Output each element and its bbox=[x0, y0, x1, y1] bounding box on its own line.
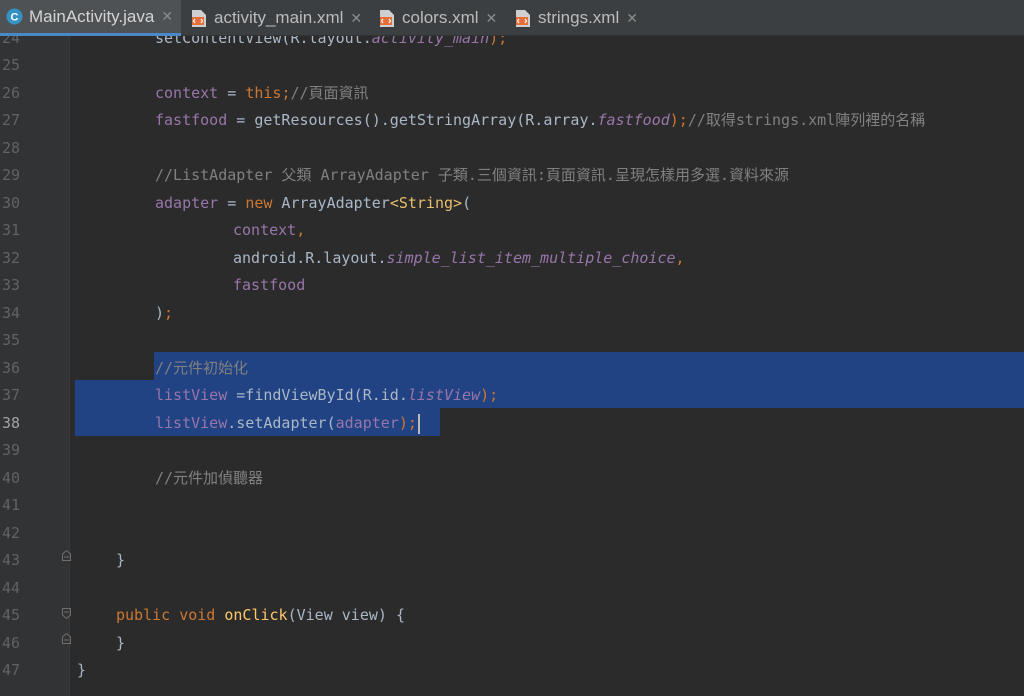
java-class-icon: C bbox=[6, 8, 23, 25]
fold-end-icon[interactable] bbox=[62, 550, 71, 561]
code-line: 43 } bbox=[0, 547, 1024, 575]
code-text: context = this;//頁面資訊 bbox=[155, 84, 369, 102]
code-line: 29 //ListAdapter 父類 ArrayAdapter 子類.三個資訊… bbox=[0, 162, 1024, 190]
code-text: ); bbox=[155, 304, 174, 322]
code-text: } bbox=[77, 661, 87, 679]
line-number: 42 bbox=[1, 524, 20, 542]
line-number: 32 bbox=[1, 249, 20, 267]
tab-colors-xml[interactable]: colors.xml ✕ bbox=[372, 0, 506, 36]
line-number: 45 bbox=[1, 606, 20, 624]
code-line: 32 android.R.layout.simple_list_item_mul… bbox=[0, 245, 1024, 273]
line-number: 39 bbox=[1, 441, 20, 459]
code-text: } bbox=[116, 551, 126, 569]
xml-file-icon bbox=[378, 9, 396, 28]
line-number: 38 bbox=[1, 414, 20, 432]
line-number: 44 bbox=[1, 579, 20, 597]
code-line: 40 //元件加偵聽器 bbox=[0, 465, 1024, 493]
close-icon[interactable]: ✕ bbox=[350, 10, 362, 27]
line-number: 25 bbox=[1, 56, 20, 74]
code-editor[interactable]: 24 setContentView(R.layout.activity_main… bbox=[0, 36, 1024, 696]
code-text: } bbox=[116, 634, 126, 652]
code-text: context, bbox=[233, 221, 306, 239]
line-number: 47 bbox=[1, 661, 20, 679]
close-icon[interactable]: ✕ bbox=[626, 10, 638, 27]
code-text: android.R.layout.simple_list_item_multip… bbox=[233, 249, 685, 267]
code-comment: //元件加偵聽器 bbox=[155, 469, 264, 487]
code-line: 42 bbox=[0, 520, 1024, 548]
code-line: 35 bbox=[0, 327, 1024, 355]
code-comment: //ListAdapter 父類 ArrayAdapter 子類.三個資訊:頁面… bbox=[155, 166, 789, 184]
code-text: fastfood bbox=[233, 276, 306, 294]
code-text: public void onClick(View view) { bbox=[116, 606, 405, 624]
close-icon[interactable]: ✕ bbox=[161, 8, 173, 25]
code-line: 47 } bbox=[0, 657, 1024, 685]
tab-mainactivity-java[interactable]: C MainActivity.java ✕ bbox=[0, 0, 181, 36]
tab-label: strings.xml bbox=[538, 8, 620, 27]
code-line: 41 bbox=[0, 492, 1024, 520]
svg-text:C: C bbox=[11, 12, 19, 24]
code-line: 33 fastfood bbox=[0, 272, 1024, 300]
line-number: 41 bbox=[1, 496, 20, 514]
tab-label: activity_main.xml bbox=[214, 8, 344, 27]
code-text: adapter = new ArrayAdapter<String>( bbox=[155, 194, 472, 212]
line-number: 33 bbox=[1, 276, 20, 294]
line-number: 40 bbox=[1, 469, 20, 487]
line-number: 24 bbox=[1, 36, 20, 47]
fold-end-icon[interactable] bbox=[62, 633, 71, 644]
editor-tab-bar: C MainActivity.java ✕ activity_main.xml … bbox=[0, 0, 1024, 36]
code-line-current: 38 listView.setAdapter(adapter); bbox=[0, 410, 1024, 438]
code-line: 28 bbox=[0, 135, 1024, 163]
line-number: 28 bbox=[1, 139, 20, 157]
code-text: listView =findViewById(R.id.listView); bbox=[155, 386, 499, 404]
code-line: 34 ); bbox=[0, 300, 1024, 328]
code-line: 27 fastfood = getResources().getStringAr… bbox=[0, 107, 1024, 135]
line-number: 46 bbox=[1, 634, 20, 652]
code-text: setContentView(R.layout.activity_main); bbox=[155, 36, 508, 47]
line-number: 35 bbox=[1, 331, 20, 349]
code-line: 46 } bbox=[0, 630, 1024, 658]
fold-start-icon[interactable] bbox=[62, 608, 71, 619]
code-text: listView.setAdapter(adapter); bbox=[155, 410, 420, 438]
code-line: 25 bbox=[0, 52, 1024, 80]
line-number: 27 bbox=[1, 111, 20, 129]
code-line: 37 listView =findViewById(R.id.listView)… bbox=[0, 382, 1024, 410]
line-number: 36 bbox=[1, 359, 20, 377]
line-number: 43 bbox=[1, 551, 20, 569]
xml-file-icon bbox=[190, 9, 208, 28]
text-caret bbox=[417, 413, 420, 434]
code-text: fastfood = getResources().getStringArray… bbox=[155, 111, 926, 129]
code-line: 39 bbox=[0, 437, 1024, 465]
close-icon[interactable]: ✕ bbox=[486, 10, 498, 27]
code-line: 31 context, bbox=[0, 217, 1024, 245]
xml-file-icon bbox=[514, 9, 532, 28]
code-comment: //元件初始化 bbox=[155, 359, 249, 377]
tab-label: MainActivity.java bbox=[29, 6, 155, 26]
line-number: 29 bbox=[1, 166, 20, 184]
line-number: 30 bbox=[1, 194, 20, 212]
code-line: 36 //元件初始化 bbox=[0, 355, 1024, 383]
code-line: 45 public void onClick(View view) { bbox=[0, 602, 1024, 630]
tab-strings-xml[interactable]: strings.xml ✕ bbox=[508, 0, 646, 36]
code-line: 24 setContentView(R.layout.activity_main… bbox=[0, 36, 1024, 53]
code-line: 30 adapter = new ArrayAdapter<String>( bbox=[0, 190, 1024, 218]
line-number: 34 bbox=[1, 304, 20, 322]
tab-activity-main-xml[interactable]: activity_main.xml ✕ bbox=[184, 0, 370, 36]
code-line: 26 context = this;//頁面資訊 bbox=[0, 80, 1024, 108]
line-number: 37 bbox=[1, 386, 20, 404]
tab-label: colors.xml bbox=[402, 8, 479, 27]
code-line: 44 bbox=[0, 575, 1024, 603]
line-number: 26 bbox=[1, 84, 20, 102]
line-number: 31 bbox=[1, 221, 20, 239]
